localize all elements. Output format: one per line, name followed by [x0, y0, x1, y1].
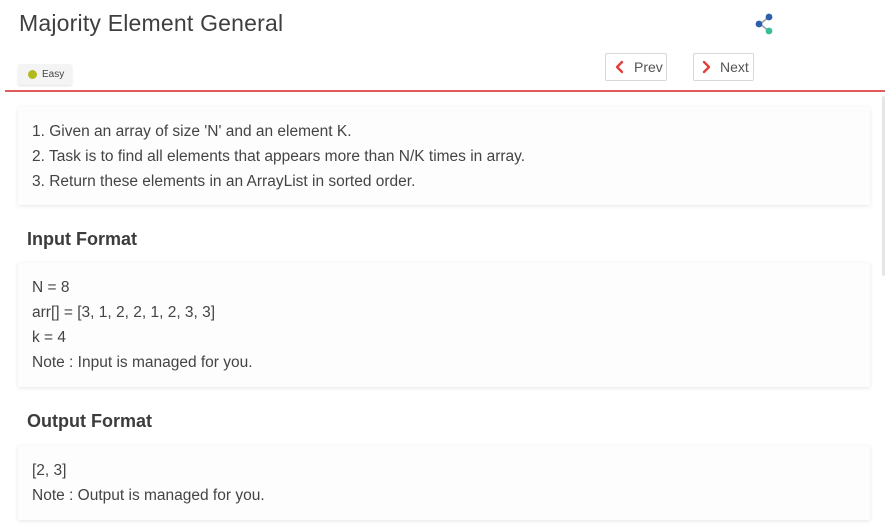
output-format-heading: Output Format [27, 411, 152, 431]
share-icon[interactable] [752, 12, 776, 36]
next-button-label: Next [720, 59, 749, 75]
chevron-left-icon [615, 60, 624, 74]
difficulty-badge: Easy [18, 64, 73, 85]
input-line: N = 8 [32, 279, 70, 296]
description-line: 2. Task is to find all elements that app… [32, 148, 526, 165]
prev-button[interactable]: Prev [605, 53, 667, 81]
output-line: Note : Output is managed for you. [32, 487, 265, 504]
difficulty-label: Easy [42, 69, 65, 80]
input-line: k = 4 [32, 329, 67, 346]
input-format-card: N = 8 arr[] = [3, 1, 2, 2, 1, 2, 3, 3] k… [18, 263, 870, 387]
input-line: Note : Input is managed for you. [32, 354, 253, 371]
description-line: 1. Given an array of size 'N' and an ele… [32, 123, 352, 140]
next-button[interactable]: Next [693, 53, 754, 81]
prev-button-label: Prev [634, 59, 663, 75]
header-divider [5, 90, 885, 92]
page-title: Majority Element General [19, 10, 284, 36]
input-format-heading: Input Format [27, 229, 137, 249]
description-line: 3. Return these elements in an ArrayList… [32, 173, 416, 190]
chevron-right-icon [702, 60, 711, 74]
output-format-card: [2, 3] Note : Output is managed for you. [18, 446, 870, 520]
problem-page: Majority Element General Easy Prev Next … [0, 0, 885, 529]
output-line: [2, 3] [32, 462, 67, 479]
description-card: 1. Given an array of size 'N' and an ele… [18, 107, 870, 205]
difficulty-dot-icon [28, 70, 37, 79]
input-line: arr[] = [3, 1, 2, 2, 1, 2, 3, 3] [32, 304, 216, 321]
